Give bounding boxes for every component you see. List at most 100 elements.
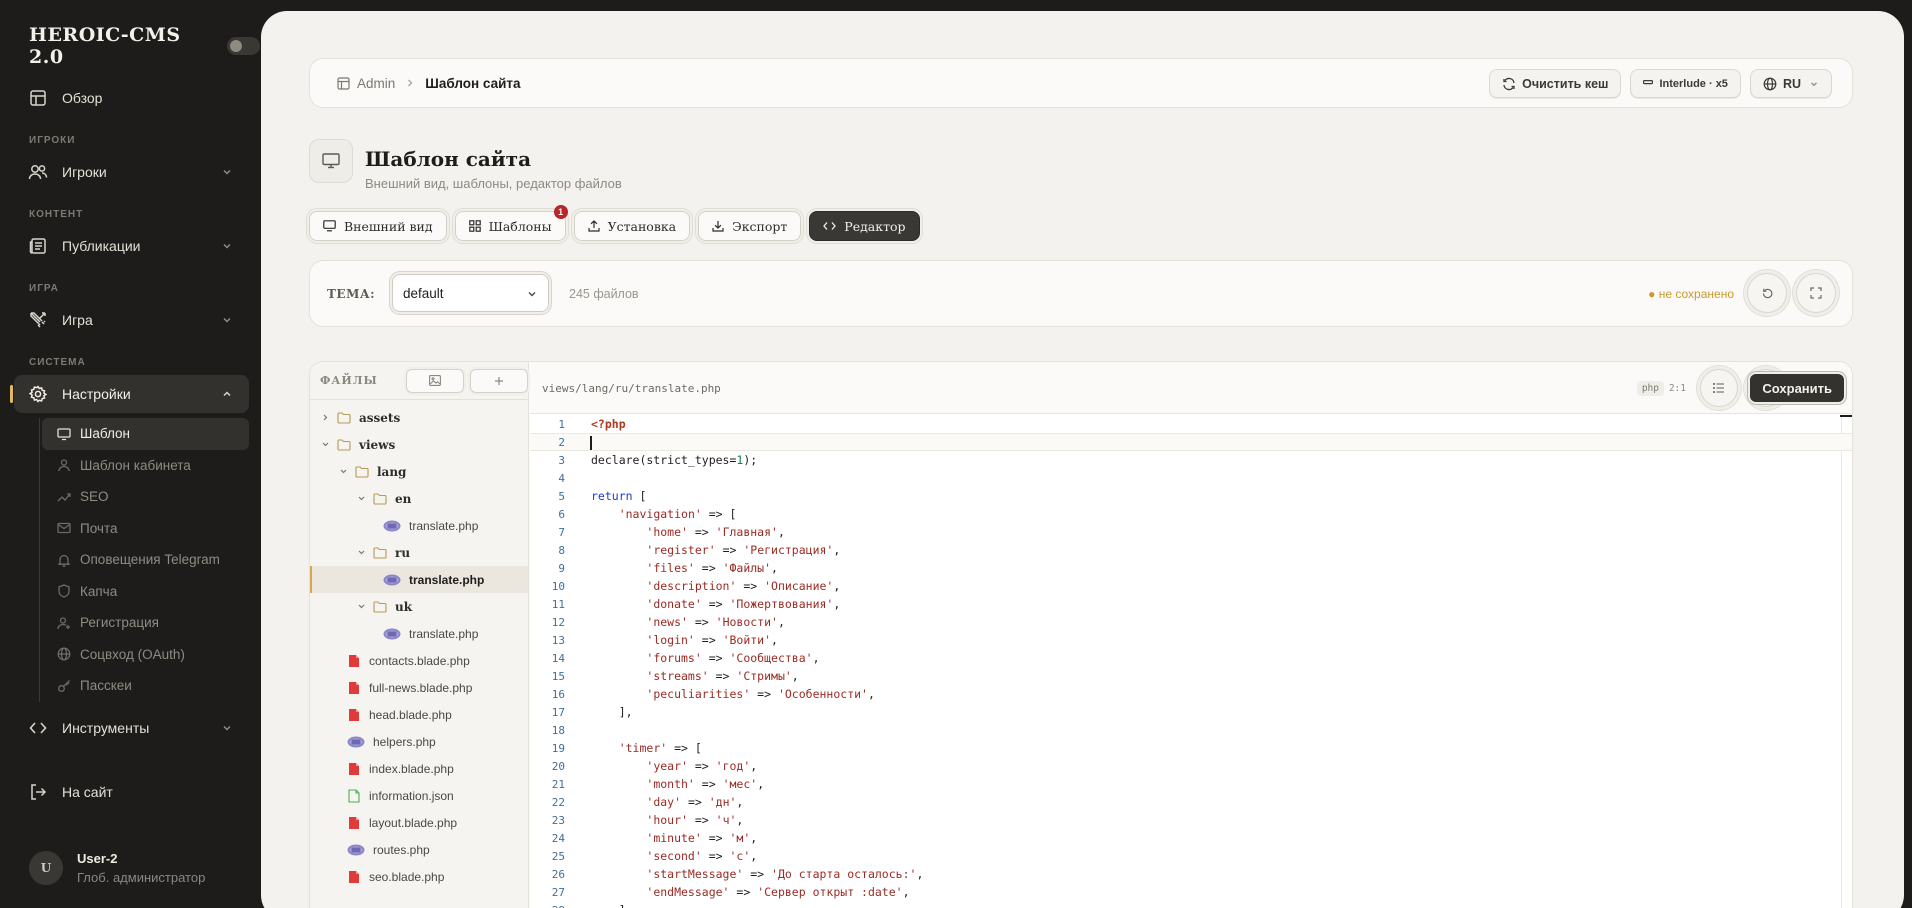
- sidebar-subitem-passkeys[interactable]: Пасскеи: [42, 670, 249, 702]
- code-token: 'month': [646, 777, 695, 791]
- tree-folder[interactable]: views: [310, 431, 528, 458]
- add-file-button[interactable]: [470, 368, 528, 393]
- tree-file[interactable]: index.blade.php: [310, 755, 528, 782]
- user-block[interactable]: U User-2 Глоб. администратор: [29, 851, 205, 885]
- tab-templates[interactable]: Шаблоны 1: [454, 205, 568, 241]
- tab-label: Экспорт: [732, 218, 788, 234]
- code-token: 'timer': [618, 741, 668, 755]
- clear-cache-button[interactable]: Очистить кеш: [1489, 69, 1622, 98]
- server-selector[interactable]: Interlude · x5: [1630, 69, 1741, 98]
- tab-install[interactable]: Установка: [573, 211, 691, 241]
- upload-image-button[interactable]: [406, 368, 464, 393]
- tree-file[interactable]: full-news.blade.php: [310, 674, 528, 701]
- bell-icon: [56, 552, 72, 568]
- breadcrumb-separator-icon: [405, 76, 415, 91]
- page-header: Шаблон сайта Внешний вид, шаблоны, редак…: [309, 139, 622, 191]
- line-content: declare(strict_types=1);: [591, 453, 757, 467]
- tree-item-label: contacts.blade.php: [369, 653, 470, 668]
- tree-file[interactable]: layout.blade.php: [310, 809, 528, 836]
- code-token: ],: [591, 903, 633, 908]
- line-content: 'second' => 'с',: [591, 849, 757, 863]
- line-number: 5: [558, 489, 565, 503]
- tree-file[interactable]: seo.blade.php: [310, 863, 528, 890]
- breadcrumb-current: Шаблон сайта: [425, 75, 521, 91]
- line-number: 9: [558, 561, 565, 575]
- sidebar-subitem-cabinet-template[interactable]: Шаблон кабинета: [42, 450, 249, 482]
- code-token: 'files': [646, 561, 695, 575]
- line-content: 'timer' => [: [591, 741, 702, 755]
- code-line: 10 'description' => 'Описание',: [530, 577, 1852, 595]
- code-token: ,: [750, 831, 758, 845]
- cursor-position: 2:1: [1668, 383, 1686, 394]
- tree-folder[interactable]: assets: [310, 404, 528, 431]
- theme-bar: ТЕМА: default 245 файлов ● не сохранено: [309, 260, 1853, 327]
- tree-file[interactable]: information.json: [310, 782, 528, 809]
- code-editor[interactable]: 1 <?php 2 3 declare(strict_types=1); 4 5 return…: [530, 415, 1852, 908]
- sidebar-subitem-label: Регистрация: [80, 615, 159, 631]
- tree-file[interactable]: routes.php: [310, 836, 528, 863]
- code-line: 7 'home' => 'Главная',: [530, 523, 1852, 541]
- code-token: =>: [694, 777, 723, 791]
- sidebar-subitem-template[interactable]: Шаблон: [42, 418, 249, 450]
- tree-file[interactable]: head.blade.php: [310, 701, 528, 728]
- tree-file[interactable]: translate.php: [310, 566, 528, 593]
- tree-file[interactable]: translate.php: [310, 512, 528, 539]
- sidebar-subitem-telegram[interactable]: Оповещения Telegram: [42, 544, 249, 576]
- breadcrumb-admin[interactable]: Admin: [337, 76, 395, 91]
- revert-button[interactable]: [1747, 273, 1787, 313]
- tree-folder[interactable]: lang: [310, 458, 528, 485]
- tab-appearance[interactable]: Внешний вид: [309, 211, 447, 241]
- tree-folder[interactable]: ru: [310, 539, 528, 566]
- line-number: 1: [558, 417, 565, 431]
- fullscreen-button[interactable]: [1796, 273, 1836, 313]
- sidebar-subitem-captcha[interactable]: Капча: [42, 576, 249, 608]
- sidebar-item-publications[interactable]: Публикации: [14, 227, 249, 265]
- blade-file-icon: [346, 761, 362, 777]
- tab-editor[interactable]: Редактор: [809, 211, 920, 241]
- tree-folder[interactable]: uk: [310, 593, 528, 620]
- sidebar-subitem-mail[interactable]: Почта: [42, 513, 249, 545]
- outline-button[interactable]: [1700, 369, 1738, 407]
- code-token: ,: [736, 795, 744, 809]
- image-icon: [429, 375, 441, 386]
- chevron-down-icon: [221, 239, 233, 255]
- code-token: ,: [777, 525, 785, 539]
- sidebar-item-players[interactable]: Игроки: [14, 153, 249, 191]
- user-icon: [56, 457, 72, 473]
- tree-file[interactable]: contacts.blade.php: [310, 647, 528, 674]
- tree-item-label: translate.php: [409, 626, 479, 641]
- code-token: =>: [701, 597, 730, 611]
- sidebar-subitem-oauth[interactable]: Соцвход (OAuth): [42, 639, 249, 671]
- code-line: 26 'startMessage' => 'До старта осталось…: [530, 865, 1852, 883]
- folder-icon: [336, 437, 352, 453]
- theme-toggle[interactable]: [227, 37, 260, 55]
- tree-item-label: assets: [359, 410, 401, 425]
- tree-file[interactable]: translate.php: [310, 620, 528, 647]
- code-token: ],: [591, 705, 633, 719]
- code-token: [: [632, 489, 647, 503]
- language-selector[interactable]: RU: [1749, 69, 1832, 98]
- line-number: 11: [551, 597, 565, 611]
- line-content: ],: [591, 705, 633, 719]
- sidebar-subitem-registration[interactable]: Регистрация: [42, 607, 249, 639]
- save-button[interactable]: Сохранить: [1750, 374, 1844, 402]
- theme-select[interactable]: default: [392, 274, 549, 312]
- tab-export[interactable]: Экспорт: [698, 211, 802, 241]
- chevron-down-icon: [1809, 79, 1819, 89]
- tree-file[interactable]: helpers.php: [310, 728, 528, 755]
- sidebar-item-tools[interactable]: Инструменты: [14, 709, 249, 747]
- sidebar-item-to-site[interactable]: На сайт: [14, 773, 249, 811]
- sidebar-subitem-label: Соцвход (OAuth): [80, 646, 185, 662]
- tree-folder[interactable]: en: [310, 485, 528, 512]
- code-token: ,: [757, 777, 765, 791]
- code-icon: [28, 718, 48, 738]
- code-token: ,: [867, 687, 875, 701]
- sidebar-item-game[interactable]: Игра: [14, 301, 249, 339]
- code-token: ,: [750, 759, 758, 773]
- sidebar-item-settings[interactable]: Настройки: [10, 375, 249, 413]
- code-line: 4: [530, 469, 1852, 487]
- code-token: 'login': [646, 633, 695, 647]
- sidebar-subitem-seo[interactable]: SEO: [42, 481, 249, 513]
- line-number: 8: [558, 543, 565, 557]
- sidebar-item-overview[interactable]: Обзор: [14, 79, 249, 117]
